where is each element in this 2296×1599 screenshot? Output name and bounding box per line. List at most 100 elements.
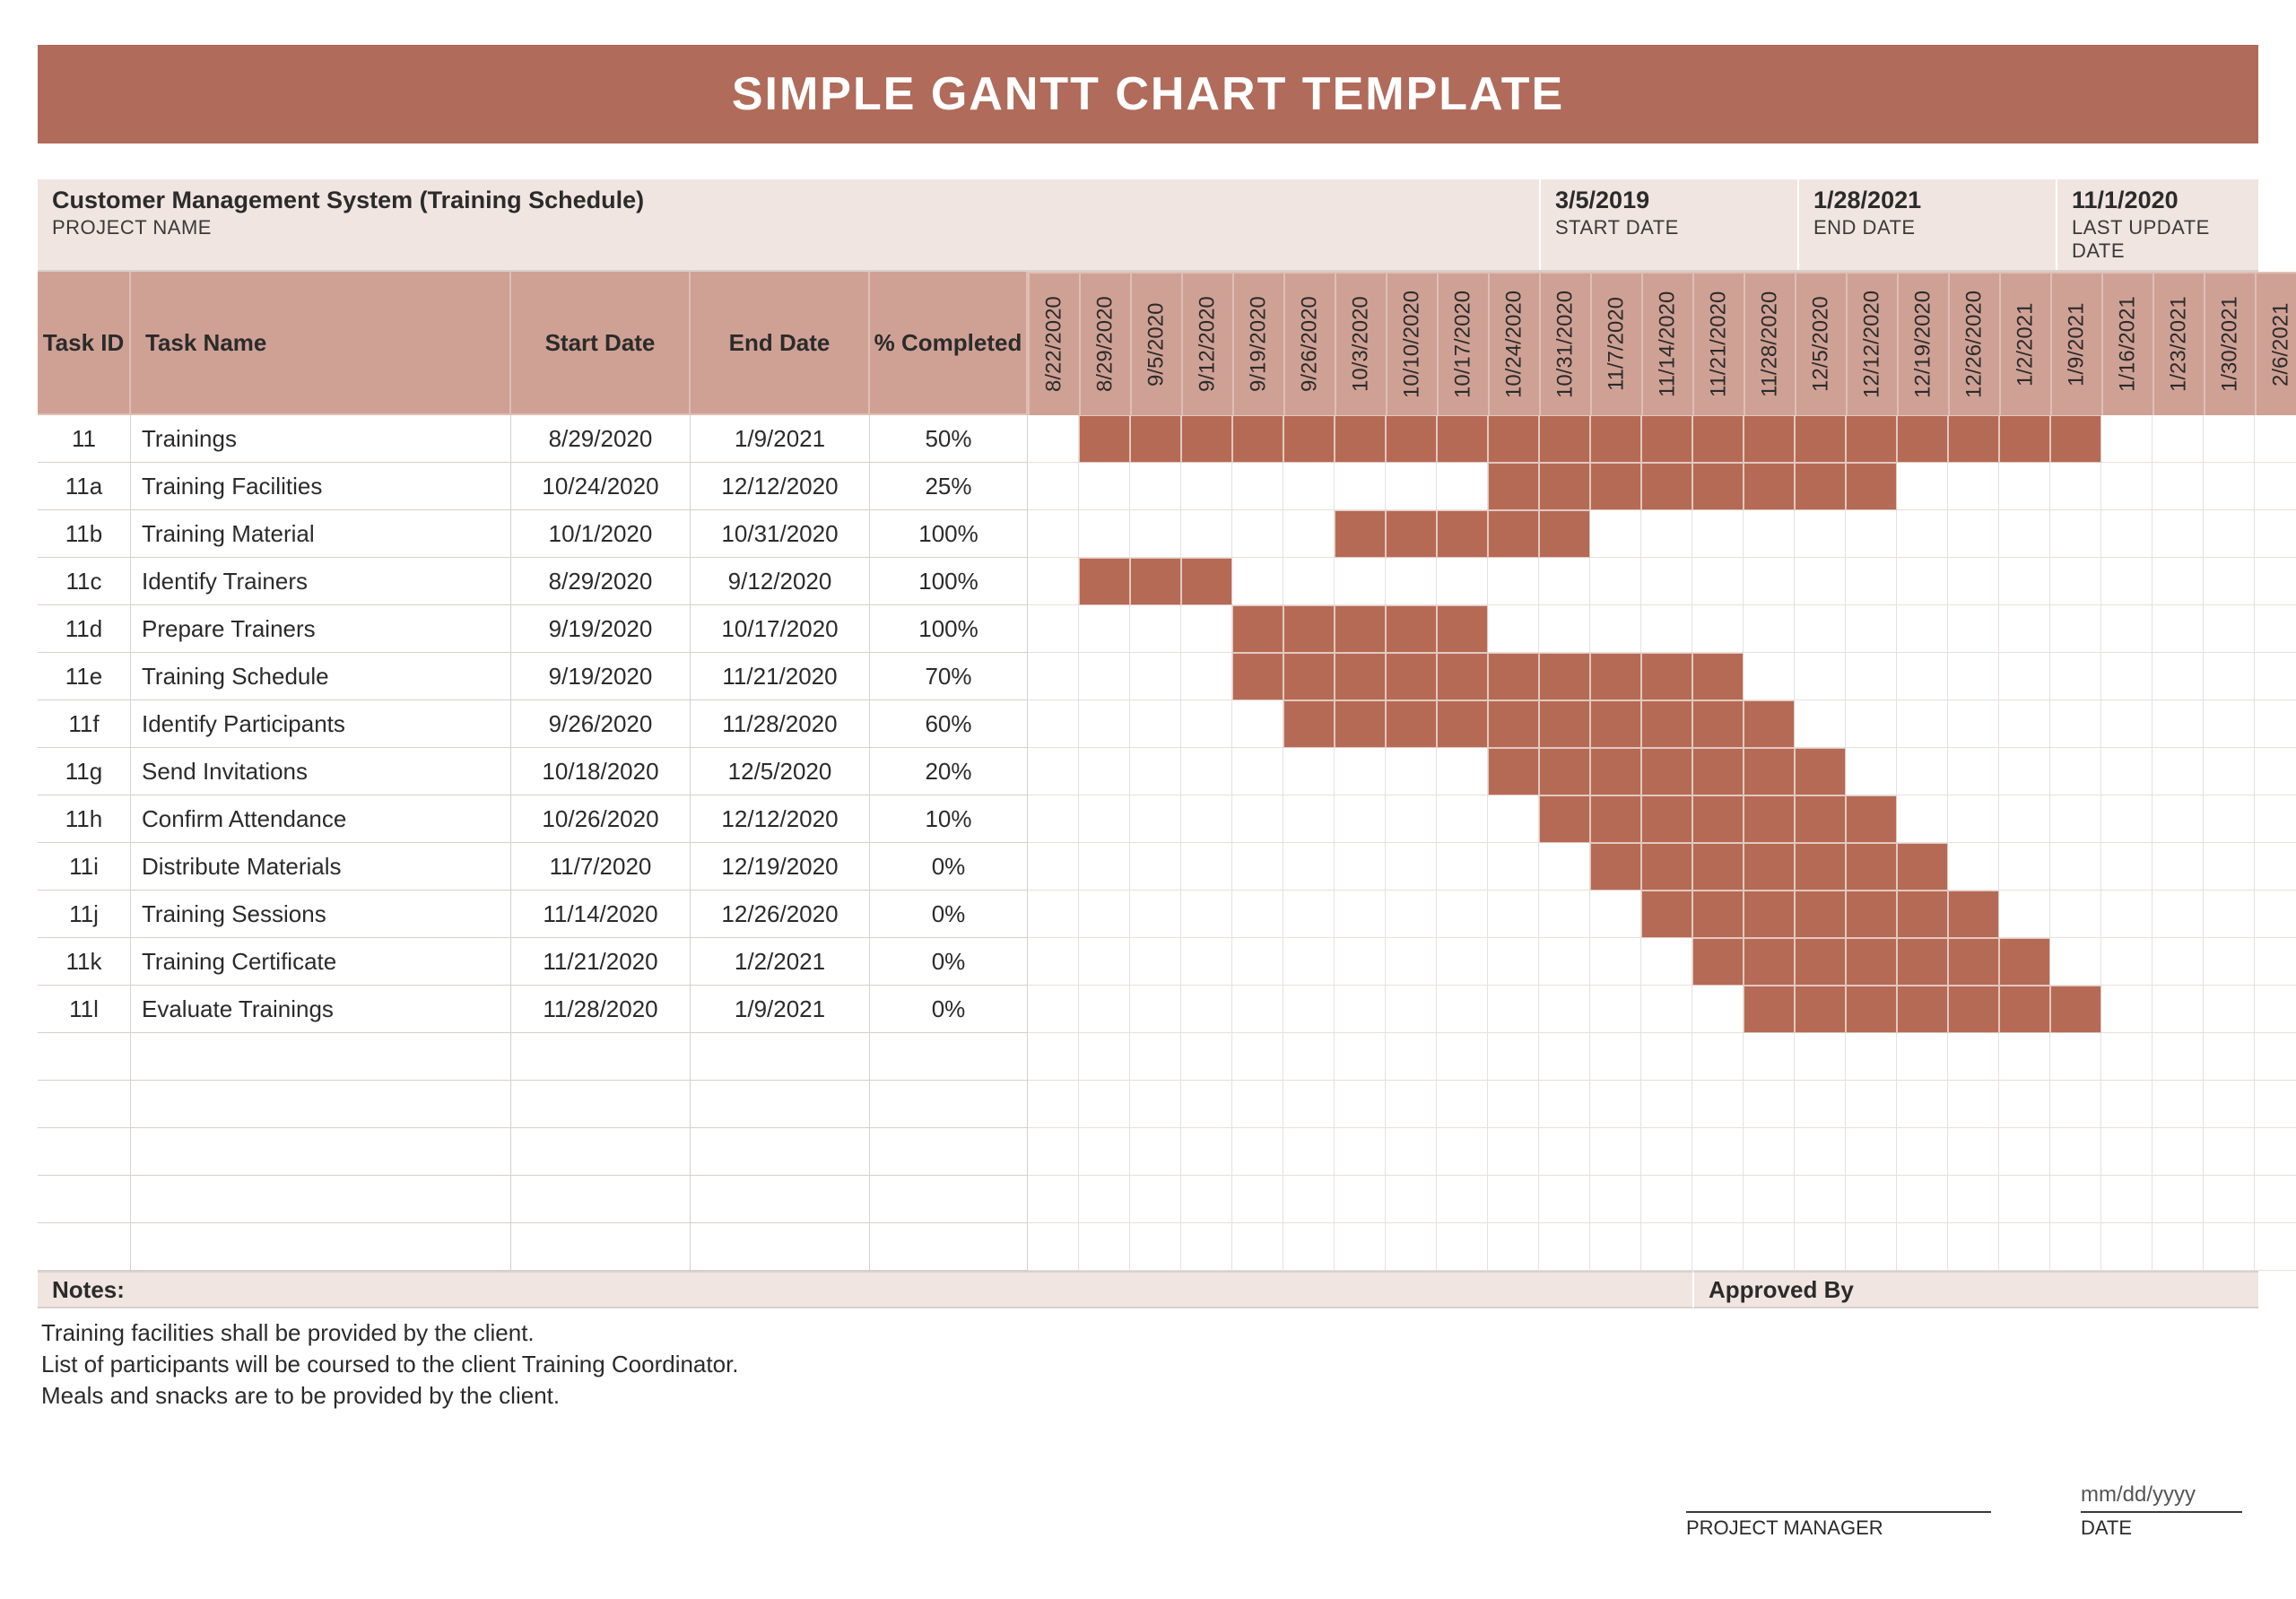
gantt-cell[interactable] xyxy=(2050,891,2101,938)
gantt-cell[interactable] xyxy=(1641,843,1692,891)
gantt-cell[interactable] xyxy=(1386,986,1437,1033)
cell-pct[interactable]: 70% xyxy=(870,653,1028,700)
gantt-cell[interactable] xyxy=(1232,510,1283,558)
gantt-cell[interactable] xyxy=(1283,463,1335,510)
gantt-cell[interactable] xyxy=(1641,415,1692,463)
gantt-cell[interactable] xyxy=(1232,463,1283,510)
gantt-cell[interactable] xyxy=(1846,415,1897,463)
gantt-cell[interactable] xyxy=(1386,510,1437,558)
gantt-cell[interactable] xyxy=(1488,795,1539,843)
gantt-cell[interactable] xyxy=(1437,795,1488,843)
gantt-cell[interactable] xyxy=(1488,558,1539,605)
gantt-cell[interactable] xyxy=(1948,700,1999,748)
cell-id[interactable]: 11h xyxy=(38,795,131,843)
gantt-cell[interactable] xyxy=(1079,748,1130,795)
gantt-cell[interactable] xyxy=(1539,1033,1590,1081)
gantt-cell[interactable] xyxy=(1692,653,1744,700)
empty-cell[interactable] xyxy=(691,1081,870,1128)
gantt-cell[interactable] xyxy=(1641,700,1692,748)
gantt-cell[interactable] xyxy=(1692,1176,1744,1223)
gantt-cell[interactable] xyxy=(2204,1223,2255,1271)
gantt-cell[interactable] xyxy=(1999,986,2050,1033)
gantt-cell[interactable] xyxy=(1692,938,1744,986)
gantt-cell[interactable] xyxy=(1130,510,1181,558)
cell-start[interactable]: 9/19/2020 xyxy=(511,605,691,653)
gantt-cell[interactable] xyxy=(1335,605,1386,653)
gantt-cell[interactable] xyxy=(1437,1176,1488,1223)
cell-name[interactable]: Training Certificate xyxy=(131,938,511,986)
gantt-cell[interactable] xyxy=(1795,700,1846,748)
gantt-cell[interactable] xyxy=(1079,700,1130,748)
gantt-cell[interactable] xyxy=(1283,415,1335,463)
gantt-cell[interactable] xyxy=(1999,1128,2050,1176)
cell-pct[interactable]: 100% xyxy=(870,510,1028,558)
gantt-cell[interactable] xyxy=(2204,795,2255,843)
gantt-cell[interactable] xyxy=(2152,1128,2204,1176)
empty-cell[interactable] xyxy=(511,1176,691,1223)
gantt-cell[interactable] xyxy=(1999,843,2050,891)
gantt-cell[interactable] xyxy=(2152,605,2204,653)
gantt-cell[interactable] xyxy=(1897,1176,1948,1223)
gantt-cell[interactable] xyxy=(2152,891,2204,938)
empty-cell[interactable] xyxy=(691,1223,870,1271)
gantt-cell[interactable] xyxy=(1283,843,1335,891)
gantt-cell[interactable] xyxy=(1335,938,1386,986)
gantt-cell[interactable] xyxy=(1948,1223,1999,1271)
gantt-cell[interactable] xyxy=(2152,843,2204,891)
gantt-cell[interactable] xyxy=(2050,1176,2101,1223)
gantt-cell[interactable] xyxy=(1999,415,2050,463)
gantt-cell[interactable] xyxy=(2101,748,2152,795)
gantt-cell[interactable] xyxy=(1897,463,1948,510)
gantt-cell[interactable] xyxy=(1744,1223,1795,1271)
gantt-cell[interactable] xyxy=(1283,1033,1335,1081)
cell-pct[interactable]: 0% xyxy=(870,891,1028,938)
gantt-cell[interactable] xyxy=(1590,986,1641,1033)
cell-pct[interactable]: 10% xyxy=(870,795,1028,843)
gantt-cell[interactable] xyxy=(1744,843,1795,891)
gantt-cell[interactable] xyxy=(1232,1081,1283,1128)
cell-pct[interactable]: 0% xyxy=(870,843,1028,891)
gantt-cell[interactable] xyxy=(1437,653,1488,700)
gantt-cell[interactable] xyxy=(1846,748,1897,795)
cell-name[interactable]: Identify Participants xyxy=(131,700,511,748)
gantt-cell[interactable] xyxy=(2050,748,2101,795)
gantt-cell[interactable] xyxy=(1335,748,1386,795)
gantt-cell[interactable] xyxy=(1386,653,1437,700)
gantt-cell[interactable] xyxy=(1386,605,1437,653)
gantt-cell[interactable] xyxy=(2050,1223,2101,1271)
gantt-cell[interactable] xyxy=(1795,463,1846,510)
cell-name[interactable]: Prepare Trainers xyxy=(131,605,511,653)
gantt-cell[interactable] xyxy=(1692,700,1744,748)
gantt-cell[interactable] xyxy=(1488,843,1539,891)
gantt-cell[interactable] xyxy=(2050,986,2101,1033)
gantt-cell[interactable] xyxy=(1744,700,1795,748)
gantt-cell[interactable] xyxy=(1437,558,1488,605)
gantt-cell[interactable] xyxy=(1335,510,1386,558)
cell-id[interactable]: 11a xyxy=(38,463,131,510)
gantt-cell[interactable] xyxy=(1641,986,1692,1033)
gantt-cell[interactable] xyxy=(1488,1128,1539,1176)
gantt-cell[interactable] xyxy=(1028,748,1079,795)
gantt-cell[interactable] xyxy=(2255,986,2296,1033)
gantt-cell[interactable] xyxy=(1897,1033,1948,1081)
gantt-cell[interactable] xyxy=(1744,938,1795,986)
gantt-cell[interactable] xyxy=(2204,1176,2255,1223)
cell-end[interactable]: 9/12/2020 xyxy=(691,558,870,605)
gantt-cell[interactable] xyxy=(1744,415,1795,463)
gantt-cell[interactable] xyxy=(2204,510,2255,558)
gantt-cell[interactable] xyxy=(1028,1223,1079,1271)
gantt-cell[interactable] xyxy=(1948,1176,1999,1223)
gantt-cell[interactable] xyxy=(1335,558,1386,605)
gantt-cell[interactable] xyxy=(1948,891,1999,938)
gantt-cell[interactable] xyxy=(1181,510,1232,558)
gantt-cell[interactable] xyxy=(1539,795,1590,843)
gantt-cell[interactable] xyxy=(1386,558,1437,605)
gantt-cell[interactable] xyxy=(2152,463,2204,510)
gantt-cell[interactable] xyxy=(1283,653,1335,700)
gantt-cell[interactable] xyxy=(2050,843,2101,891)
gantt-cell[interactable] xyxy=(1386,700,1437,748)
gantt-cell[interactable] xyxy=(2152,1223,2204,1271)
gantt-cell[interactable] xyxy=(2204,748,2255,795)
gantt-cell[interactable] xyxy=(1539,653,1590,700)
cell-id[interactable]: 11b xyxy=(38,510,131,558)
